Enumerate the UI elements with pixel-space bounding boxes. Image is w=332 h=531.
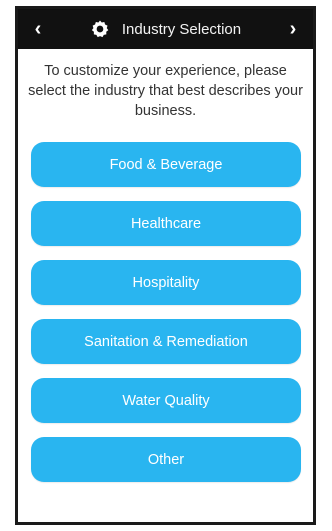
option-sanitation-remediation-button[interactable]: Sanitation & Remediation	[31, 319, 301, 364]
intro-text: To customize your experience, please sel…	[28, 63, 303, 119]
option-food-beverage-button[interactable]: Food & Beverage	[31, 142, 301, 187]
page-title: Industry Selection	[121, 20, 242, 38]
chevron-left-icon[interactable]: ‹	[20, 9, 56, 49]
option-healthcare-button[interactable]: Healthcare	[31, 201, 301, 246]
chevron-right-icon[interactable]: ›	[275, 9, 311, 49]
gear-icon	[91, 20, 109, 38]
option-water-quality-button[interactable]: Water Quality	[31, 378, 301, 423]
industry-options: Food & Beverage Healthcare Hospitality S…	[31, 142, 301, 496]
title-group: Industry Selection	[90, 19, 241, 39]
option-hospitality-button[interactable]: Hospitality	[31, 260, 301, 305]
top-bar: ‹ Industry Selection ›	[18, 9, 313, 49]
option-other-button[interactable]: Other	[31, 437, 301, 482]
phone-screen: ‹ Industry Selection › To customize your…	[15, 6, 316, 525]
